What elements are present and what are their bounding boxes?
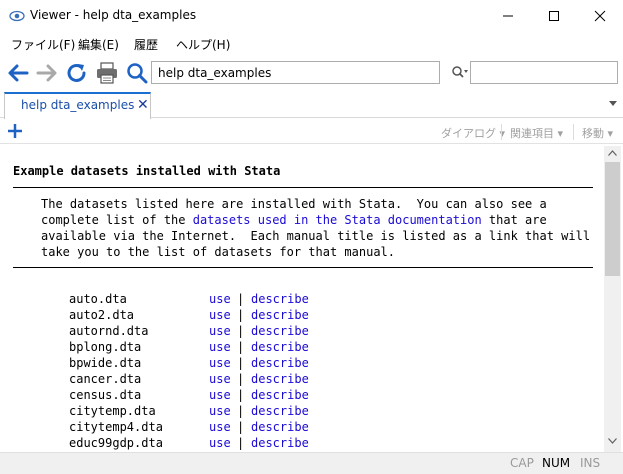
caps-lock-indicator: CAP xyxy=(510,456,534,470)
divider xyxy=(13,267,593,268)
minimize-button[interactable] xyxy=(485,0,531,32)
related-menu-button[interactable]: 関連項目 ▾ xyxy=(510,125,563,141)
dataset-filename: autornd.dta xyxy=(69,324,149,338)
use-link[interactable]: use xyxy=(209,324,231,338)
menu-edit[interactable]: 編集(E) xyxy=(78,36,119,53)
scrollbar-thumb[interactable] xyxy=(605,162,620,276)
link-separator: | xyxy=(237,356,245,370)
menu-history[interactable]: 履歴 xyxy=(134,36,158,53)
link-separator: | xyxy=(237,292,245,306)
use-link[interactable]: use xyxy=(209,292,231,306)
close-button[interactable] xyxy=(577,0,623,32)
stata-docs-datasets-link[interactable]: datasets used in the Stata documentation xyxy=(193,213,482,227)
tab-label[interactable]: help dta_examples xyxy=(21,98,134,112)
refresh-icon[interactable] xyxy=(65,62,89,84)
para-line-2a: complete list of the xyxy=(41,213,193,227)
use-link[interactable]: use xyxy=(209,372,231,386)
use-link[interactable]: use xyxy=(209,420,231,434)
menu-bar: ファイル(F) 編集(E) 履歴 ヘルプ(H) xyxy=(0,32,623,56)
plus-icon[interactable] xyxy=(6,122,24,140)
describe-link[interactable]: describe xyxy=(251,308,309,322)
use-link[interactable]: use xyxy=(209,388,231,402)
minimize-icon xyxy=(503,15,513,17)
window-title: Viewer - help dta_examples xyxy=(30,8,197,22)
use-link[interactable]: use xyxy=(209,356,231,370)
link-separator: | xyxy=(237,388,245,402)
link-separator: | xyxy=(237,308,245,322)
para-line-3: available via the Internet. Each manual … xyxy=(41,229,591,243)
close-icon xyxy=(594,10,606,22)
describe-link[interactable]: describe xyxy=(251,404,309,418)
link-separator: | xyxy=(237,340,245,354)
move-label: 移動 xyxy=(582,127,604,140)
vertical-scrollbar[interactable] xyxy=(604,146,621,452)
title-bar: Viewer - help dta_examples xyxy=(0,0,623,32)
menu-file[interactable]: ファイル(F) xyxy=(11,36,75,53)
related-label: 関連項目 xyxy=(510,127,554,140)
insert-mode-indicator: INS xyxy=(580,456,601,470)
address-input[interactable]: help dta_examples xyxy=(151,61,440,84)
eye-icon xyxy=(9,10,25,22)
dataset-filename: educ99gdp.dta xyxy=(69,436,163,450)
describe-link[interactable]: describe xyxy=(251,340,309,354)
link-separator: | xyxy=(237,404,245,418)
dataset-filename: census.dta xyxy=(69,388,142,402)
dialog-label: ダイアログ xyxy=(441,127,496,140)
link-separator: | xyxy=(237,324,245,338)
page-title: Example datasets installed with Stata xyxy=(13,164,281,178)
maximize-button[interactable] xyxy=(531,0,577,32)
move-menu-button[interactable]: 移動 ▾ xyxy=(582,125,613,141)
scroll-down-icon[interactable] xyxy=(608,438,617,444)
maximize-icon xyxy=(549,11,559,21)
describe-link[interactable]: describe xyxy=(251,324,309,338)
describe-link[interactable]: describe xyxy=(251,436,309,450)
dataset-filename: cancer.dta xyxy=(69,372,142,386)
describe-link[interactable]: describe xyxy=(251,292,309,306)
describe-link[interactable]: describe xyxy=(251,372,309,386)
dataset-filename: bpwide.dta xyxy=(69,356,142,370)
para-line-4: take you to the list of datasets for tha… xyxy=(41,245,396,259)
search-icon[interactable] xyxy=(125,62,149,84)
describe-link[interactable]: describe xyxy=(251,388,309,402)
link-separator: | xyxy=(237,420,245,434)
divider xyxy=(573,124,574,140)
use-link[interactable]: use xyxy=(209,308,231,322)
dataset-filename: auto.dta xyxy=(69,292,127,306)
para-line-2b: that are xyxy=(481,213,547,227)
use-link[interactable]: use xyxy=(209,436,231,450)
divider xyxy=(13,187,593,188)
forward-arrow-icon[interactable] xyxy=(35,62,59,84)
tab-list-dropdown-icon[interactable] xyxy=(608,100,618,108)
dataset-filename: bplong.dta xyxy=(69,340,142,354)
menu-help[interactable]: ヘルプ(H) xyxy=(176,36,230,53)
intro-paragraph: The datasets listed here are installed w… xyxy=(41,196,590,260)
num-lock-indicator: NUM xyxy=(542,456,571,470)
help-content: Example datasets installed with Stata Th… xyxy=(0,146,604,452)
divider xyxy=(501,124,502,140)
link-separator: | xyxy=(237,436,245,450)
use-link[interactable]: use xyxy=(209,404,231,418)
use-link[interactable]: use xyxy=(209,340,231,354)
dataset-filename: citytemp4.dta xyxy=(69,420,163,434)
dataset-filename: auto2.dta xyxy=(69,308,135,322)
describe-link[interactable]: describe xyxy=(251,356,309,370)
dataset-filename: citytemp.dta xyxy=(69,404,156,418)
search-input[interactable] xyxy=(470,61,618,84)
dialog-menu-button[interactable]: ダイアログ ▾ xyxy=(441,125,505,141)
describe-link[interactable]: describe xyxy=(251,420,309,434)
tab-close-icon[interactable]: ✕ xyxy=(137,97,149,113)
para-line-1: The datasets listed here are installed w… xyxy=(41,197,547,211)
back-arrow-icon[interactable] xyxy=(6,62,30,84)
print-icon[interactable] xyxy=(95,62,119,84)
scroll-up-icon[interactable] xyxy=(608,150,617,156)
link-separator: | xyxy=(237,372,245,386)
search-options-icon[interactable] xyxy=(451,65,469,79)
